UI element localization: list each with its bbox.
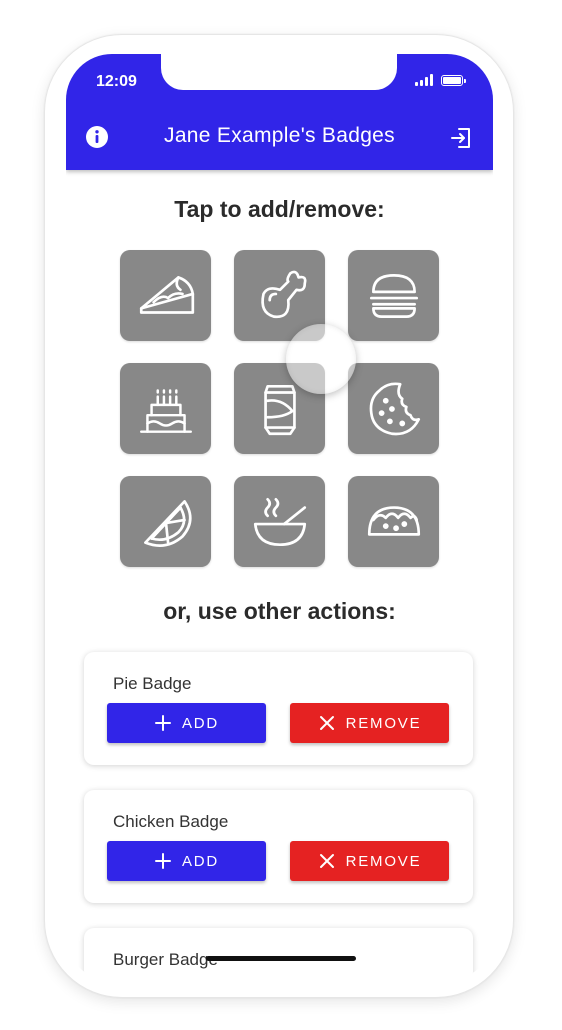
add-button[interactable]: ADD — [107, 841, 266, 881]
badge-tile-cake[interactable] — [120, 363, 211, 454]
close-icon — [319, 716, 334, 730]
tap-heading: Tap to add/remove: — [174, 196, 385, 222]
signal-icon — [415, 74, 433, 86]
remove-button[interactable]: REMOVE — [290, 703, 449, 743]
logout-button[interactable] — [449, 126, 473, 150]
remove-button-label: REMOVE — [345, 852, 422, 870]
badge-tile-burger[interactable] — [348, 250, 439, 341]
info-button[interactable] — [86, 126, 108, 148]
chicken-icon — [260, 270, 306, 318]
pie-icon — [139, 275, 194, 314]
badge-tile-lime[interactable] — [120, 476, 211, 567]
badge-tile-soup[interactable] — [234, 476, 325, 567]
soup-icon — [253, 497, 306, 546]
card-title: Chicken Badge — [113, 812, 229, 831]
badge-tile-chicken[interactable] — [234, 250, 325, 341]
add-button[interactable]: ADD — [107, 703, 266, 743]
close-icon — [319, 854, 334, 868]
status-icons — [415, 74, 466, 86]
badge-tile-taco[interactable] — [348, 476, 439, 567]
home-indicator — [206, 956, 356, 961]
badge-tile-pie[interactable] — [120, 250, 211, 341]
logout-icon — [451, 128, 470, 148]
page-title: Jane Example's Badges — [164, 124, 395, 147]
info-icon — [86, 126, 108, 148]
burger-icon — [369, 273, 418, 318]
badge-tile-cookie[interactable] — [348, 363, 439, 454]
badge-card: Chicken Badge ADD REMOVE — [84, 790, 473, 903]
remove-button-label: REMOVE — [345, 714, 422, 732]
taco-icon — [367, 505, 420, 536]
card-title: Burger Badge — [113, 950, 218, 969]
remove-button[interactable]: REMOVE — [290, 841, 449, 881]
lime-icon — [143, 499, 192, 547]
card-title: Pie Badge — [113, 674, 192, 693]
badge-card: Burger Badge — [84, 928, 473, 978]
app-header: 12:09 Jane Example's Badges — [66, 54, 493, 170]
badge-tile-soda[interactable] — [234, 363, 325, 454]
cookie-icon — [369, 382, 420, 435]
cake-icon — [139, 388, 192, 433]
plus-icon — [154, 853, 171, 869]
battery-icon — [441, 74, 466, 86]
content-area: Tap to add/remove: or, use other actions… — [66, 170, 493, 978]
actions-heading: or, use other actions: — [163, 598, 396, 624]
device-notch — [161, 54, 397, 90]
status-time: 12:09 — [96, 73, 137, 90]
badge-card: Pie Badge ADD REMOVE — [84, 652, 473, 765]
add-button-label: ADD — [181, 852, 220, 870]
app-screen: 12:09 Jane Example's Badges Tap to add/r… — [66, 54, 493, 978]
plus-icon — [154, 715, 171, 731]
add-button-label: ADD — [181, 714, 220, 732]
soda-icon — [263, 384, 296, 435]
badge-grid — [120, 250, 440, 567]
